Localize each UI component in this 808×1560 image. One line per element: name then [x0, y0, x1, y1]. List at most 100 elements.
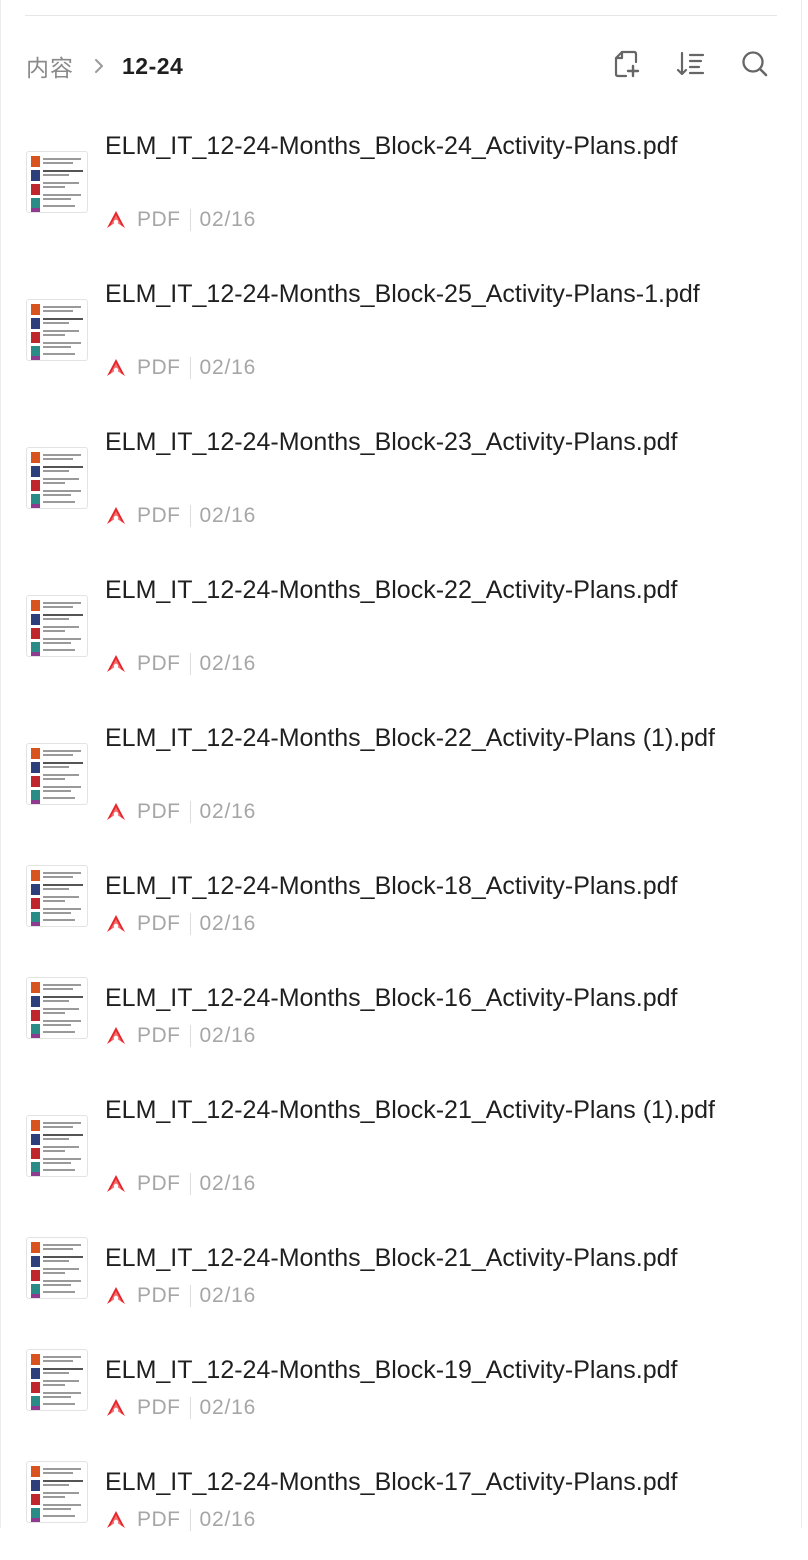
file-browser: 内容 12-24 ELM_IT_12-24-Months_Block-24_Ac… — [0, 0, 803, 1531]
file-meta: PDF 02/16 — [105, 800, 256, 824]
pdf-icon — [105, 505, 127, 527]
file-row[interactable]: ELM_IT_12-24-Months_Block-23_Activity-Pl… — [1, 408, 803, 556]
file-name: ELM_IT_12-24-Months_Block-25_Activity-Pl… — [105, 280, 700, 308]
pdf-icon — [105, 1285, 127, 1307]
pdf-thumbnail — [26, 299, 88, 361]
toolbar — [581, 50, 773, 82]
pdf-thumbnail — [26, 1349, 88, 1411]
file-type: PDF — [137, 356, 181, 379]
file-type: PDF — [137, 208, 181, 231]
file-type: PDF — [137, 912, 181, 935]
meta-divider — [189, 1173, 191, 1195]
sort-button[interactable] — [673, 50, 709, 82]
file-date: 02/16 — [199, 1508, 257, 1531]
file-type: PDF — [137, 1396, 181, 1419]
new-file-button[interactable] — [609, 50, 645, 82]
file-meta: PDF 02/16 — [105, 1284, 256, 1308]
search-icon — [741, 50, 769, 83]
pdf-thumbnail — [26, 447, 88, 509]
meta-divider — [189, 209, 191, 231]
file-date: 02/16 — [199, 504, 257, 527]
pdf-icon — [105, 801, 127, 823]
file-row[interactable]: ELM_IT_12-24-Months_Block-21_Activity-Pl… — [1, 1076, 803, 1224]
meta-divider — [189, 1025, 191, 1047]
file-meta: PDF 02/16 — [105, 504, 256, 528]
file-type: PDF — [137, 800, 181, 823]
file-meta: PDF 02/16 — [105, 1024, 256, 1048]
file-type: PDF — [137, 504, 181, 527]
file-row[interactable]: ELM_IT_12-24-Months_Block-24_Activity-Pl… — [1, 112, 803, 260]
meta-divider — [189, 913, 191, 935]
file-date: 02/16 — [199, 652, 257, 675]
file-date: 02/16 — [199, 800, 257, 823]
breadcrumb: 内容 12-24 — [26, 50, 183, 82]
file-row[interactable]: ELM_IT_12-24-Months_Block-17_Activity-Pl… — [1, 1448, 803, 1560]
file-date: 02/16 — [199, 356, 257, 379]
file-type: PDF — [137, 1024, 181, 1047]
file-date: 02/16 — [199, 1284, 257, 1307]
meta-divider — [189, 1397, 191, 1419]
file-row[interactable]: ELM_IT_12-24-Months_Block-22_Activity-Pl… — [1, 704, 803, 852]
pdf-icon — [105, 357, 127, 379]
file-meta: PDF 02/16 — [105, 1172, 256, 1196]
breadcrumb-root[interactable]: 内容 — [26, 49, 74, 83]
file-list: ELM_IT_12-24-Months_Block-24_Activity-Pl… — [1, 112, 803, 1560]
pdf-icon — [105, 1173, 127, 1195]
pdf-icon — [105, 1025, 127, 1047]
file-row[interactable]: ELM_IT_12-24-Months_Block-16_Activity-Pl… — [1, 964, 803, 1076]
file-name: ELM_IT_12-24-Months_Block-24_Activity-Pl… — [105, 132, 678, 160]
pdf-thumbnail — [26, 743, 88, 805]
file-meta: PDF 02/16 — [105, 652, 256, 676]
search-button[interactable] — [737, 50, 773, 82]
file-type: PDF — [137, 1172, 181, 1195]
chevron-right-icon — [90, 57, 108, 75]
pdf-thumbnail — [26, 1237, 88, 1299]
file-row[interactable]: ELM_IT_12-24-Months_Block-18_Activity-Pl… — [1, 852, 803, 964]
file-name: ELM_IT_12-24-Months_Block-19_Activity-Pl… — [105, 1356, 678, 1384]
file-date: 02/16 — [199, 1024, 257, 1047]
file-row[interactable]: ELM_IT_12-24-Months_Block-19_Activity-Pl… — [1, 1336, 803, 1448]
pdf-thumbnail — [26, 151, 88, 213]
file-meta: PDF 02/16 — [105, 912, 256, 936]
header: 内容 12-24 — [1, 40, 803, 92]
file-name: ELM_IT_12-24-Months_Block-17_Activity-Pl… — [105, 1468, 678, 1496]
file-meta: PDF 02/16 — [105, 1508, 256, 1532]
file-date: 02/16 — [199, 912, 257, 935]
new-file-icon — [613, 49, 641, 84]
file-name: ELM_IT_12-24-Months_Block-16_Activity-Pl… — [105, 984, 678, 1012]
file-name: ELM_IT_12-24-Months_Block-22_Activity-Pl… — [105, 724, 715, 752]
file-type: PDF — [137, 1508, 181, 1531]
file-meta: PDF 02/16 — [105, 208, 256, 232]
file-name: ELM_IT_12-24-Months_Block-21_Activity-Pl… — [105, 1096, 715, 1124]
file-date: 02/16 — [199, 208, 257, 231]
file-type: PDF — [137, 1284, 181, 1307]
pdf-thumbnail — [26, 595, 88, 657]
pdf-thumbnail — [26, 865, 88, 927]
file-name: ELM_IT_12-24-Months_Block-23_Activity-Pl… — [105, 428, 678, 456]
pdf-icon — [105, 1397, 127, 1419]
pdf-icon — [105, 653, 127, 675]
pdf-icon — [105, 913, 127, 935]
meta-divider — [189, 505, 191, 527]
meta-divider — [189, 1285, 191, 1307]
pdf-icon — [105, 209, 127, 231]
file-date: 02/16 — [199, 1172, 257, 1195]
meta-divider — [189, 801, 191, 823]
file-name: ELM_IT_12-24-Months_Block-22_Activity-Pl… — [105, 576, 678, 604]
file-type: PDF — [137, 652, 181, 675]
pdf-thumbnail — [26, 1115, 88, 1177]
file-row[interactable]: ELM_IT_12-24-Months_Block-25_Activity-Pl… — [1, 260, 803, 408]
breadcrumb-current: 12-24 — [122, 52, 184, 79]
meta-divider — [189, 653, 191, 675]
meta-divider — [189, 357, 191, 379]
file-name: ELM_IT_12-24-Months_Block-21_Activity-Pl… — [105, 1244, 678, 1272]
pdf-thumbnail — [26, 977, 88, 1039]
file-row[interactable]: ELM_IT_12-24-Months_Block-21_Activity-Pl… — [1, 1224, 803, 1336]
pdf-thumbnail — [26, 1461, 88, 1523]
file-meta: PDF 02/16 — [105, 356, 256, 380]
sort-icon — [676, 50, 706, 83]
file-name: ELM_IT_12-24-Months_Block-18_Activity-Pl… — [105, 872, 678, 900]
file-meta: PDF 02/16 — [105, 1396, 256, 1420]
file-row[interactable]: ELM_IT_12-24-Months_Block-22_Activity-Pl… — [1, 556, 803, 704]
file-date: 02/16 — [199, 1396, 257, 1419]
